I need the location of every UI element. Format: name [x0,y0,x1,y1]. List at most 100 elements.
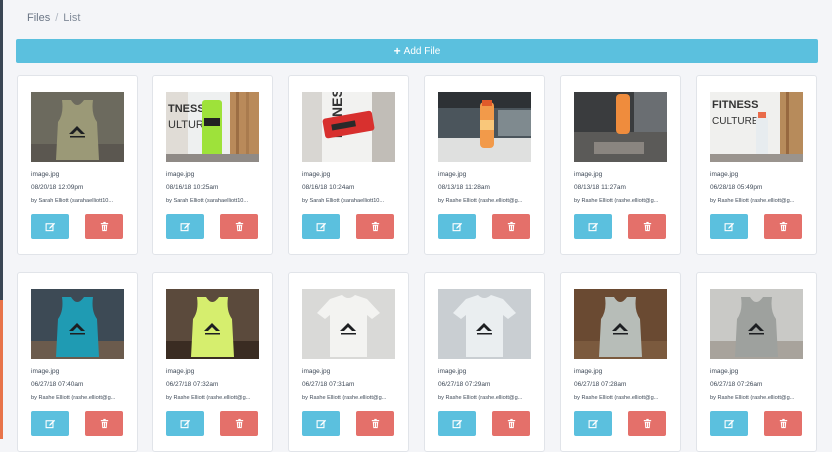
breadcrumb-files-link[interactable]: Files [27,12,50,24]
add-file-button[interactable]: + Add File [16,39,818,63]
delete-button[interactable] [220,411,258,436]
file-uploader: by Sarah Elliott (sarahaelliott10... [31,198,114,204]
file-thumbnail[interactable] [574,92,667,162]
file-thumbnail[interactable] [31,92,124,162]
sidebar-edge [0,0,3,439]
file-thumbnail[interactable] [710,289,803,359]
svg-text:CULTURE: CULTURE [712,116,759,127]
trash-icon [642,418,653,429]
file-date: 06/28/18 05:49pm [710,184,763,191]
edit-button[interactable] [31,214,69,239]
file-thumbnail[interactable]: TNESS ULTUR [166,92,259,162]
trash-icon [642,221,653,232]
trash-icon [234,221,245,232]
file-thumbnail[interactable] [31,289,124,359]
delete-button[interactable] [492,214,530,239]
edit-button[interactable] [302,214,340,239]
delete-button[interactable] [628,411,666,436]
file-date: 08/16/18 10:25am [166,184,219,191]
delete-button[interactable] [85,411,123,436]
file-uploader: by Rashe Elliott (rashe.elliott@g... [302,395,387,401]
file-card: TNESS ULTUR image.jpg 08/16/18 10:25am b… [152,75,273,255]
edit-button[interactable] [166,214,204,239]
file-card: image.jpg 06/27/18 07:31am by Rashe Elli… [288,272,409,452]
breadcrumb-current: List [63,12,81,24]
delete-button[interactable] [628,214,666,239]
plus-icon: + [393,44,401,58]
file-date: 08/20/18 12:09pm [31,184,84,191]
file-name[interactable]: image.jpg [438,171,466,178]
delete-button[interactable] [356,214,394,239]
edit-button[interactable] [166,411,204,436]
file-name[interactable]: image.jpg [166,368,194,375]
delete-button[interactable] [492,411,530,436]
file-date: 08/16/18 10:24am [302,184,355,191]
file-card: image.jpg 08/13/18 11:27am by Rashe Elli… [560,75,681,255]
file-uploader: by Rashe Elliott (rashe.elliott@g... [710,198,795,204]
svg-text:TNESS: TNESS [168,103,205,115]
file-card: image.jpg 06/27/18 07:29am by Rashe Elli… [424,272,545,452]
delete-button[interactable] [764,214,802,239]
file-date: 06/27/18 07:40am [31,381,84,388]
file-name[interactable]: image.jpg [710,368,738,375]
file-uploader: by Sarah Elliott (sarahaelliott10... [166,198,249,204]
add-file-label: Add File [403,45,441,57]
edit-button[interactable] [710,214,748,239]
file-card: image.jpg 06/27/18 07:32am by Rashe Elli… [152,272,273,452]
file-thumbnail[interactable] [574,289,667,359]
edit-button[interactable] [438,214,476,239]
svg-text:ULTUR: ULTUR [168,119,204,131]
file-name[interactable]: image.jpg [31,368,59,375]
breadcrumb: Files / List [27,12,80,24]
file-card: image.jpg 08/20/18 12:09pm by Sarah Elli… [17,75,138,255]
file-uploader: by Rashe Elliott (rashe.elliott@g... [574,395,659,401]
file-date: 08/13/18 11:27am [574,184,626,191]
file-uploader: by Rashe Elliott (rashe.elliott@g... [31,395,116,401]
edit-button[interactable] [31,411,69,436]
trash-icon [370,418,381,429]
trash-icon [778,221,789,232]
delete-button[interactable] [85,214,123,239]
file-thumbnail[interactable]: FITNESS [302,92,395,162]
edit-icon [316,221,327,232]
trash-icon [506,221,517,232]
edit-icon [316,418,327,429]
file-uploader: by Sarah Elliott (sarahaelliott10... [302,198,385,204]
file-name[interactable]: image.jpg [31,171,59,178]
edit-icon [724,221,735,232]
edit-icon [588,221,599,232]
edit-button[interactable] [710,411,748,436]
edit-button[interactable] [574,214,612,239]
file-name[interactable]: image.jpg [166,171,194,178]
file-thumbnail[interactable] [302,289,395,359]
file-thumbnail[interactable] [438,289,531,359]
file-card: image.jpg 06/27/18 07:28am by Rashe Elli… [560,272,681,452]
file-thumbnail[interactable] [166,289,259,359]
file-date: 06/27/18 07:32am [166,381,219,388]
file-card: image.jpg 06/27/18 07:26am by Rashe Elli… [696,272,817,452]
file-name[interactable]: image.jpg [710,171,738,178]
edit-icon [588,418,599,429]
file-name[interactable]: image.jpg [302,171,330,178]
edit-icon [180,418,191,429]
file-name[interactable]: image.jpg [438,368,466,375]
delete-button[interactable] [220,214,258,239]
file-date: 06/27/18 07:28am [574,381,627,388]
edit-button[interactable] [302,411,340,436]
file-card: FITNESS CULTURE image.jpg 06/28/18 05:49… [696,75,817,255]
sidebar-accent [0,300,3,439]
edit-button[interactable] [438,411,476,436]
file-thumbnail[interactable] [438,92,531,162]
file-date: 06/27/18 07:31am [302,381,355,388]
file-name[interactable]: image.jpg [574,368,602,375]
file-name[interactable]: image.jpg [302,368,330,375]
delete-button[interactable] [356,411,394,436]
file-uploader: by Rashe Elliott (rashe.elliott@g... [438,395,523,401]
delete-button[interactable] [764,411,802,436]
file-thumbnail[interactable]: FITNESS CULTURE [710,92,803,162]
file-date: 08/13/18 11:28am [438,184,490,191]
edit-button[interactable] [574,411,612,436]
file-card: FITNESS image.jpg 08/16/18 10:24am by Sa… [288,75,409,255]
trash-icon [370,221,381,232]
file-name[interactable]: image.jpg [574,171,602,178]
